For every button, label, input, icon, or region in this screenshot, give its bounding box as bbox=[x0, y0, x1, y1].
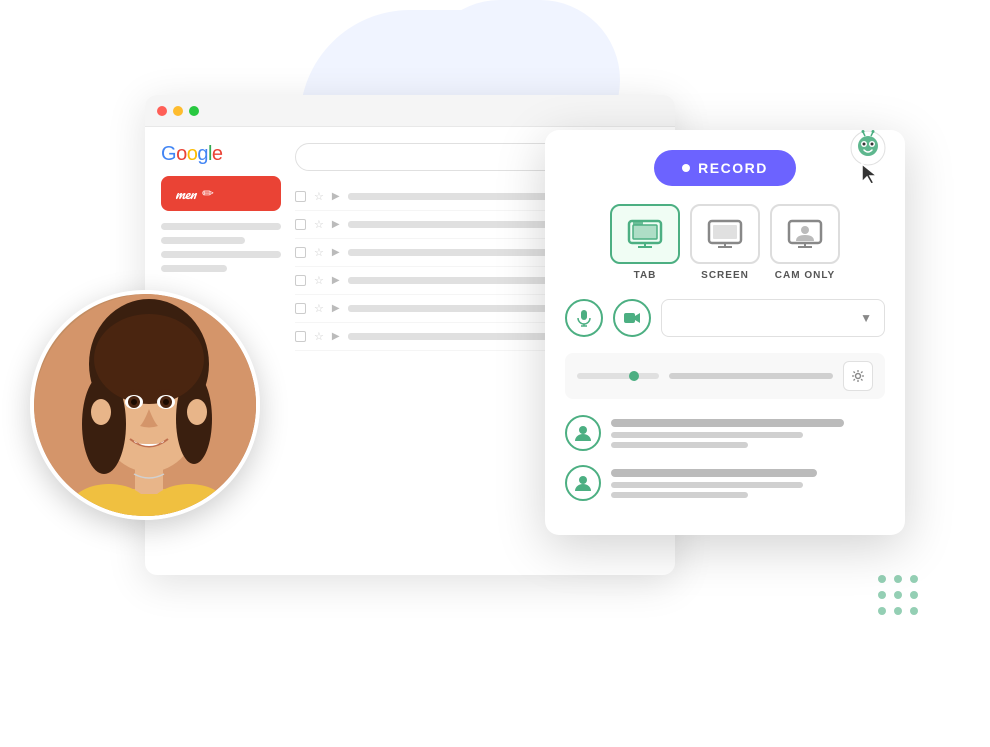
tab-monitor-icon bbox=[627, 219, 663, 249]
dot-6 bbox=[910, 591, 918, 599]
compose-button[interactable]: men ✏ bbox=[161, 176, 281, 211]
sidebar-line-2 bbox=[161, 237, 245, 244]
scene: Google men ✏ ☆ ▶ bbox=[0, 0, 990, 747]
audio-controls-row: ▼ bbox=[565, 299, 885, 337]
user-row-1 bbox=[565, 415, 885, 451]
mode-screen-icon-box bbox=[690, 204, 760, 264]
user-avatar-1 bbox=[565, 415, 601, 451]
checkbox-2[interactable] bbox=[295, 219, 306, 230]
sidebar-line-4 bbox=[161, 265, 227, 272]
record-dot bbox=[682, 164, 690, 172]
user-person-icon-1 bbox=[573, 423, 593, 443]
browser-maximize-dot bbox=[189, 106, 199, 116]
user-detail-bar-2b bbox=[611, 492, 748, 498]
recording-mode-options: TAB SCREEN bbox=[565, 204, 885, 281]
arrow-icon-6: ▶ bbox=[332, 331, 340, 342]
dot-5 bbox=[894, 591, 902, 599]
star-icon-1: ☆ bbox=[314, 190, 324, 203]
browser-minimize-dot bbox=[173, 106, 183, 116]
checkbox-6[interactable] bbox=[295, 331, 306, 342]
microphone-icon bbox=[575, 309, 593, 327]
star-icon-6: ☆ bbox=[314, 330, 324, 343]
user-detail-bar-2a bbox=[611, 482, 803, 488]
sidebar-line-1 bbox=[161, 223, 281, 230]
arrow-icon-1: ▶ bbox=[332, 191, 340, 202]
tab-bar bbox=[669, 373, 833, 379]
arrow-icon-4: ▶ bbox=[332, 275, 340, 286]
user-detail-bar-1a bbox=[611, 432, 803, 438]
tab-progress-indicator bbox=[577, 373, 659, 379]
dot-7 bbox=[878, 607, 886, 615]
mascot-svg bbox=[850, 130, 886, 166]
user-avatar-2 bbox=[565, 465, 601, 501]
dot-4 bbox=[878, 591, 886, 599]
arrow-icon-5: ▶ bbox=[332, 303, 340, 314]
star-icon-3: ☆ bbox=[314, 246, 324, 259]
camera-icon bbox=[623, 309, 641, 327]
extension-popup: RECORD TAB bbox=[545, 130, 905, 535]
star-icon-5: ☆ bbox=[314, 302, 324, 315]
checkbox-5[interactable] bbox=[295, 303, 306, 314]
mode-cam-icon-box bbox=[770, 204, 840, 264]
checkbox-1[interactable] bbox=[295, 191, 306, 202]
star-icon-4: ☆ bbox=[314, 274, 324, 287]
checkbox-4[interactable] bbox=[295, 275, 306, 286]
google-logo: Google bbox=[161, 143, 281, 166]
user-info-2 bbox=[611, 465, 885, 498]
browser-close-dot bbox=[157, 106, 167, 116]
tab-selector-row bbox=[565, 353, 885, 399]
camera-button[interactable] bbox=[613, 299, 651, 337]
tab-active-dot bbox=[629, 371, 639, 381]
user-detail-bar-1b bbox=[611, 442, 748, 448]
cursor-svg bbox=[860, 162, 880, 186]
compose-label: men bbox=[175, 182, 196, 205]
dot-1 bbox=[878, 575, 886, 583]
checkbox-3[interactable] bbox=[295, 247, 306, 258]
mode-screen[interactable]: SCREEN bbox=[690, 204, 760, 281]
decorative-dots bbox=[878, 575, 920, 617]
loom-mascot-icon bbox=[850, 130, 886, 166]
audio-source-dropdown[interactable]: ▼ bbox=[661, 299, 885, 337]
microphone-button[interactable] bbox=[565, 299, 603, 337]
mode-tab[interactable]: TAB bbox=[610, 204, 680, 281]
record-button[interactable]: RECORD bbox=[654, 150, 796, 186]
mouse-cursor bbox=[860, 162, 880, 192]
arrow-icon-3: ▶ bbox=[332, 247, 340, 258]
user-name-bar-1 bbox=[611, 419, 844, 427]
dropdown-arrow-icon: ▼ bbox=[860, 311, 872, 325]
user-person-icon-2 bbox=[573, 473, 593, 493]
browser-titlebar bbox=[145, 95, 675, 127]
compose-icon: ✏ bbox=[202, 185, 214, 202]
person-illustration bbox=[34, 294, 260, 520]
mode-tab-icon-box bbox=[610, 204, 680, 264]
cam-only-mode-label: CAM ONLY bbox=[775, 270, 835, 281]
dot-3 bbox=[910, 575, 918, 583]
user-info-1 bbox=[611, 415, 885, 448]
dot-2 bbox=[894, 575, 902, 583]
tab-mode-label: TAB bbox=[634, 270, 657, 281]
settings-gear-icon bbox=[851, 369, 865, 383]
mode-cam-only[interactable]: CAM ONLY bbox=[770, 204, 840, 281]
user-row-2 bbox=[565, 465, 885, 501]
dot-9 bbox=[910, 607, 918, 615]
cam-monitor-icon bbox=[787, 219, 823, 249]
person-photo-circle bbox=[30, 290, 260, 520]
arrow-icon-2: ▶ bbox=[332, 219, 340, 230]
screen-monitor-icon bbox=[707, 219, 743, 249]
settings-button[interactable] bbox=[843, 361, 873, 391]
star-icon-2: ☆ bbox=[314, 218, 324, 231]
sidebar-line-3 bbox=[161, 251, 281, 258]
dot-8 bbox=[894, 607, 902, 615]
user-name-bar-2 bbox=[611, 469, 817, 477]
record-label: RECORD bbox=[698, 160, 768, 176]
screen-mode-label: SCREEN bbox=[701, 270, 749, 281]
